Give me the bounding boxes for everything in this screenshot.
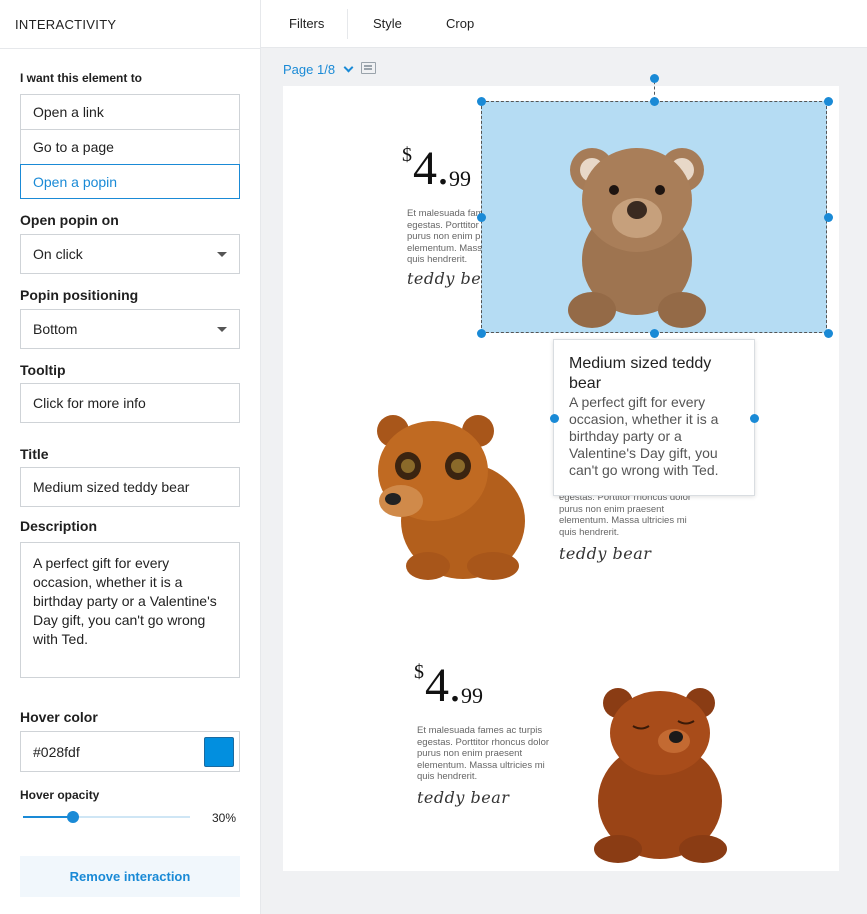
price-cents: 99: [461, 683, 483, 708]
open-on-label: Open popin on: [20, 212, 119, 228]
brown-bear-image: [377, 415, 525, 580]
tooltip-label: Tooltip: [20, 362, 66, 378]
price-cents: 99: [449, 166, 471, 191]
option-go-to-page[interactable]: Go to a page: [20, 129, 240, 164]
sleepy-bear-image: [594, 688, 727, 863]
resize-handle-se[interactable]: [823, 328, 833, 338]
popin-title: Medium sized teddy bear: [569, 355, 712, 392]
toolbar-divider: [347, 9, 348, 39]
selected-image-frame[interactable]: [481, 101, 827, 333]
resize-handle-s[interactable]: [649, 328, 659, 338]
popin-description: A perfect gift for every occasion, wheth…: [569, 394, 719, 478]
open-on-select[interactable]: On click: [20, 234, 240, 274]
editor-root: INTERACTIVITY I want this element to Ope…: [0, 0, 867, 914]
crop-button[interactable]: Crop: [446, 16, 474, 31]
positioning-select[interactable]: Bottom: [20, 309, 240, 349]
hover-color-input[interactable]: #028fdf: [20, 731, 240, 772]
filters-button[interactable]: Filters: [289, 16, 324, 31]
product-description: Et malesuada fames ac turpis egestas. Po…: [417, 725, 550, 782]
price-tag: $ 4. 99: [414, 661, 494, 713]
positioning-value: Bottom: [33, 321, 78, 337]
resize-handle-e[interactable]: [823, 212, 833, 222]
popin-preview[interactable]: Medium sized teddy bear A perfect gift f…: [553, 339, 755, 496]
style-button[interactable]: Style: [373, 16, 402, 31]
page-selector[interactable]: Page 1/8: [283, 62, 354, 77]
remove-interaction-button[interactable]: Remove interaction: [20, 856, 240, 897]
positioning-label: Popin positioning: [20, 287, 139, 303]
product-script-label: teddy bear: [417, 788, 510, 807]
popin-handle-left[interactable]: [549, 413, 559, 423]
caret-down-icon: [217, 252, 227, 257]
option-open-link[interactable]: Open a link: [20, 94, 240, 129]
resize-handle-nw[interactable]: [476, 96, 486, 106]
comment-icon[interactable]: [361, 62, 376, 74]
option-open-popin[interactable]: Open a popin: [20, 164, 240, 199]
canvas-workspace: Page 1/8 $ 4. 99 Et malesuada fames ac t…: [261, 48, 867, 914]
image-toolbar: Filters Style Crop: [261, 0, 867, 48]
resize-handle-sw[interactable]: [476, 328, 486, 338]
opacity-slider-thumb[interactable]: [67, 811, 80, 823]
chevron-down-icon: [343, 62, 354, 73]
price-dollar: $: [414, 661, 424, 683]
price-main: 4.: [413, 142, 449, 195]
opacity-value: 30%: [212, 811, 237, 825]
hover-color-value: #028fdf: [33, 743, 80, 760]
product-script-label: teddy bear: [559, 544, 652, 563]
title-input[interactable]: Medium sized teddy bear: [20, 467, 240, 507]
opacity-slider[interactable]: [23, 811, 190, 823]
caret-down-icon: [217, 327, 227, 332]
interactivity-panel: INTERACTIVITY I want this element to Ope…: [0, 0, 261, 914]
want-label: I want this element to: [20, 71, 143, 85]
description-label: Description: [20, 518, 98, 534]
price-tag: $ 4. 99: [402, 144, 482, 196]
description-textarea[interactable]: A perfect gift for every occasion, wheth…: [20, 542, 240, 678]
resize-handle-ne[interactable]: [823, 96, 833, 106]
hover-color-label: Hover color: [20, 709, 98, 725]
color-swatch[interactable]: [204, 737, 234, 767]
resize-handle-w[interactable]: [476, 212, 486, 222]
design-page: $ 4. 99 Et malesuada fames ac turpis ege…: [283, 73, 839, 871]
action-options: Open a link Go to a page Open a popin: [20, 94, 240, 199]
tooltip-input[interactable]: Click for more info: [20, 383, 240, 423]
page-label: Page 1/8: [283, 62, 336, 77]
product-description: egestas. Porttitor rhoncus dolor purus n…: [559, 492, 692, 538]
rotate-handle[interactable]: [649, 73, 659, 83]
hover-opacity-label: Hover opacity: [20, 788, 100, 802]
price-main: 4.: [425, 659, 461, 712]
teddy-bear-image: [568, 148, 706, 328]
title-label: Title: [20, 446, 49, 462]
popin-handle-right[interactable]: [749, 413, 759, 423]
resize-handle-n[interactable]: [649, 96, 659, 106]
price-dollar: $: [402, 144, 412, 166]
opacity-slider-fill: [23, 816, 74, 818]
panel-title: INTERACTIVITY: [0, 0, 260, 49]
open-on-value: On click: [33, 246, 83, 262]
